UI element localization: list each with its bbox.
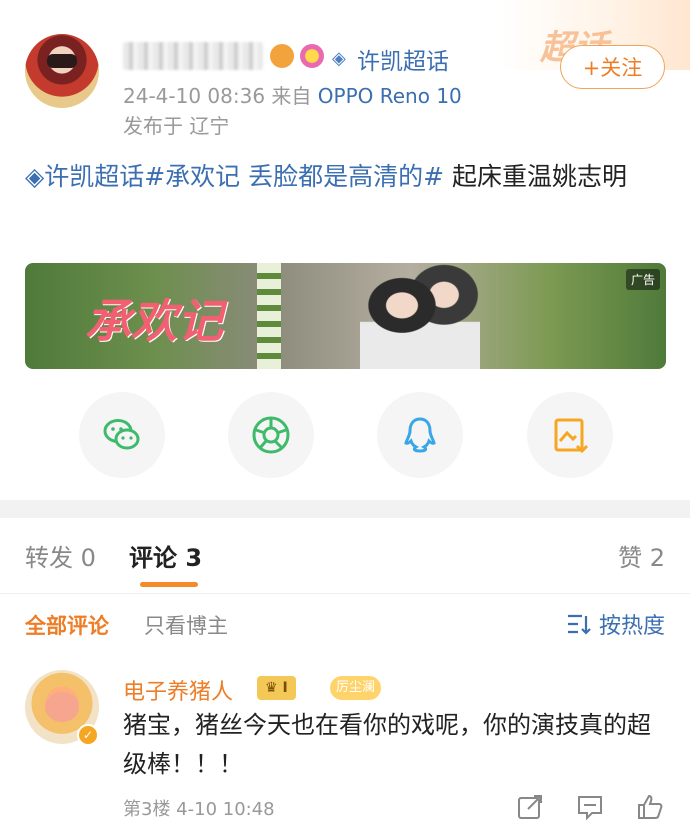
source-prefix: 来自 <box>271 84 312 108</box>
comment-text: 猪宝，猪丝今天也在看你的戏呢，你的演技真的超级棒！！！ <box>123 711 651 778</box>
fish-emoji-icon <box>270 44 294 68</box>
post-content: ◈许凯超话#承欢记 丢脸都是高清的# 起床重温姚志明 <box>25 158 665 196</box>
sort-icon <box>567 614 591 635</box>
fan-level-value: I <box>282 680 288 696</box>
flower-emoji-icon <box>300 44 324 68</box>
supertopic-link[interactable]: 许凯超话 <box>357 42 449 76</box>
ad-image <box>360 263 480 369</box>
like-icon[interactable] <box>635 792 665 822</box>
qq-icon <box>404 417 436 453</box>
tab-likes[interactable]: 赞 2 <box>618 538 665 573</box>
comment-filters: 全部评论 只看博主 按热度 <box>0 594 690 654</box>
comment-item: ✓ 电子养猪人 ♛ I 厉尘澜 猪宝，猪丝今天也在看你的戏呢，你的演技真的超级棒… <box>0 654 690 836</box>
comment-meta: 第3楼 4-10 10:48 <box>123 799 275 820</box>
post-device[interactable]: OPPO Reno 10 <box>318 84 462 108</box>
section-divider <box>0 500 690 518</box>
ad-title: 承欢记 <box>85 294 223 348</box>
moments-icon <box>252 416 290 454</box>
save-image-button[interactable] <box>527 392 613 478</box>
fan-group-badge: 厉尘澜 <box>330 676 382 700</box>
film-strip-decoration <box>257 263 281 369</box>
share-qq-button[interactable] <box>377 392 463 478</box>
sort-by-hot-button[interactable]: 按热度 <box>567 608 665 640</box>
fan-level-badge: ♛ I <box>257 676 296 700</box>
share-moments-button[interactable] <box>228 392 314 478</box>
share-wechat-button[interactable] <box>79 392 165 478</box>
author-name-redacted[interactable] <box>123 42 263 70</box>
share-row <box>0 392 690 478</box>
author-avatar[interactable] <box>25 34 99 108</box>
share-icon[interactable] <box>515 792 545 822</box>
post-timestamp: 24-4-10 08:36 <box>123 84 266 108</box>
post-topic-link[interactable]: 许凯超话#承欢记 丢脸都是高清的# <box>44 162 444 191</box>
tab-comments[interactable]: 评论 3 <box>129 538 202 573</box>
wechat-icon <box>103 419 140 450</box>
active-tab-indicator <box>140 582 198 587</box>
filter-all-comments[interactable]: 全部评论 <box>25 610 109 640</box>
follow-button[interactable]: +关注 <box>560 45 665 89</box>
ad-banner[interactable]: 承欢记 广告 <box>25 263 666 369</box>
post-location: 发布于 辽宁 <box>123 114 230 138</box>
comment-actions <box>515 792 665 822</box>
sort-label: 按热度 <box>598 614 665 639</box>
post-text: 起床重温姚志明 <box>444 162 628 191</box>
filter-op-only[interactable]: 只看博主 <box>144 610 228 640</box>
post-card: 超话 ◈ 许凯超话 +关注 24-4-10 08:36 来自 OPPO Reno… <box>0 0 690 500</box>
save-image-icon <box>554 418 589 454</box>
diamond-icon: ◈ <box>332 48 346 69</box>
tab-repost[interactable]: 转发 0 <box>25 538 96 573</box>
ad-tag: 广告 <box>625 269 660 290</box>
commenter-name[interactable]: 电子养猪人 <box>123 674 233 706</box>
post-meta: 24-4-10 08:36 来自 OPPO Reno 10 <box>123 80 462 109</box>
reply-icon[interactable] <box>575 792 605 822</box>
diamond-icon: ◈ <box>25 162 45 191</box>
interaction-tabs: 转发 0 评论 3 赞 2 <box>0 518 690 594</box>
verified-badge-icon: ✓ <box>77 724 99 746</box>
